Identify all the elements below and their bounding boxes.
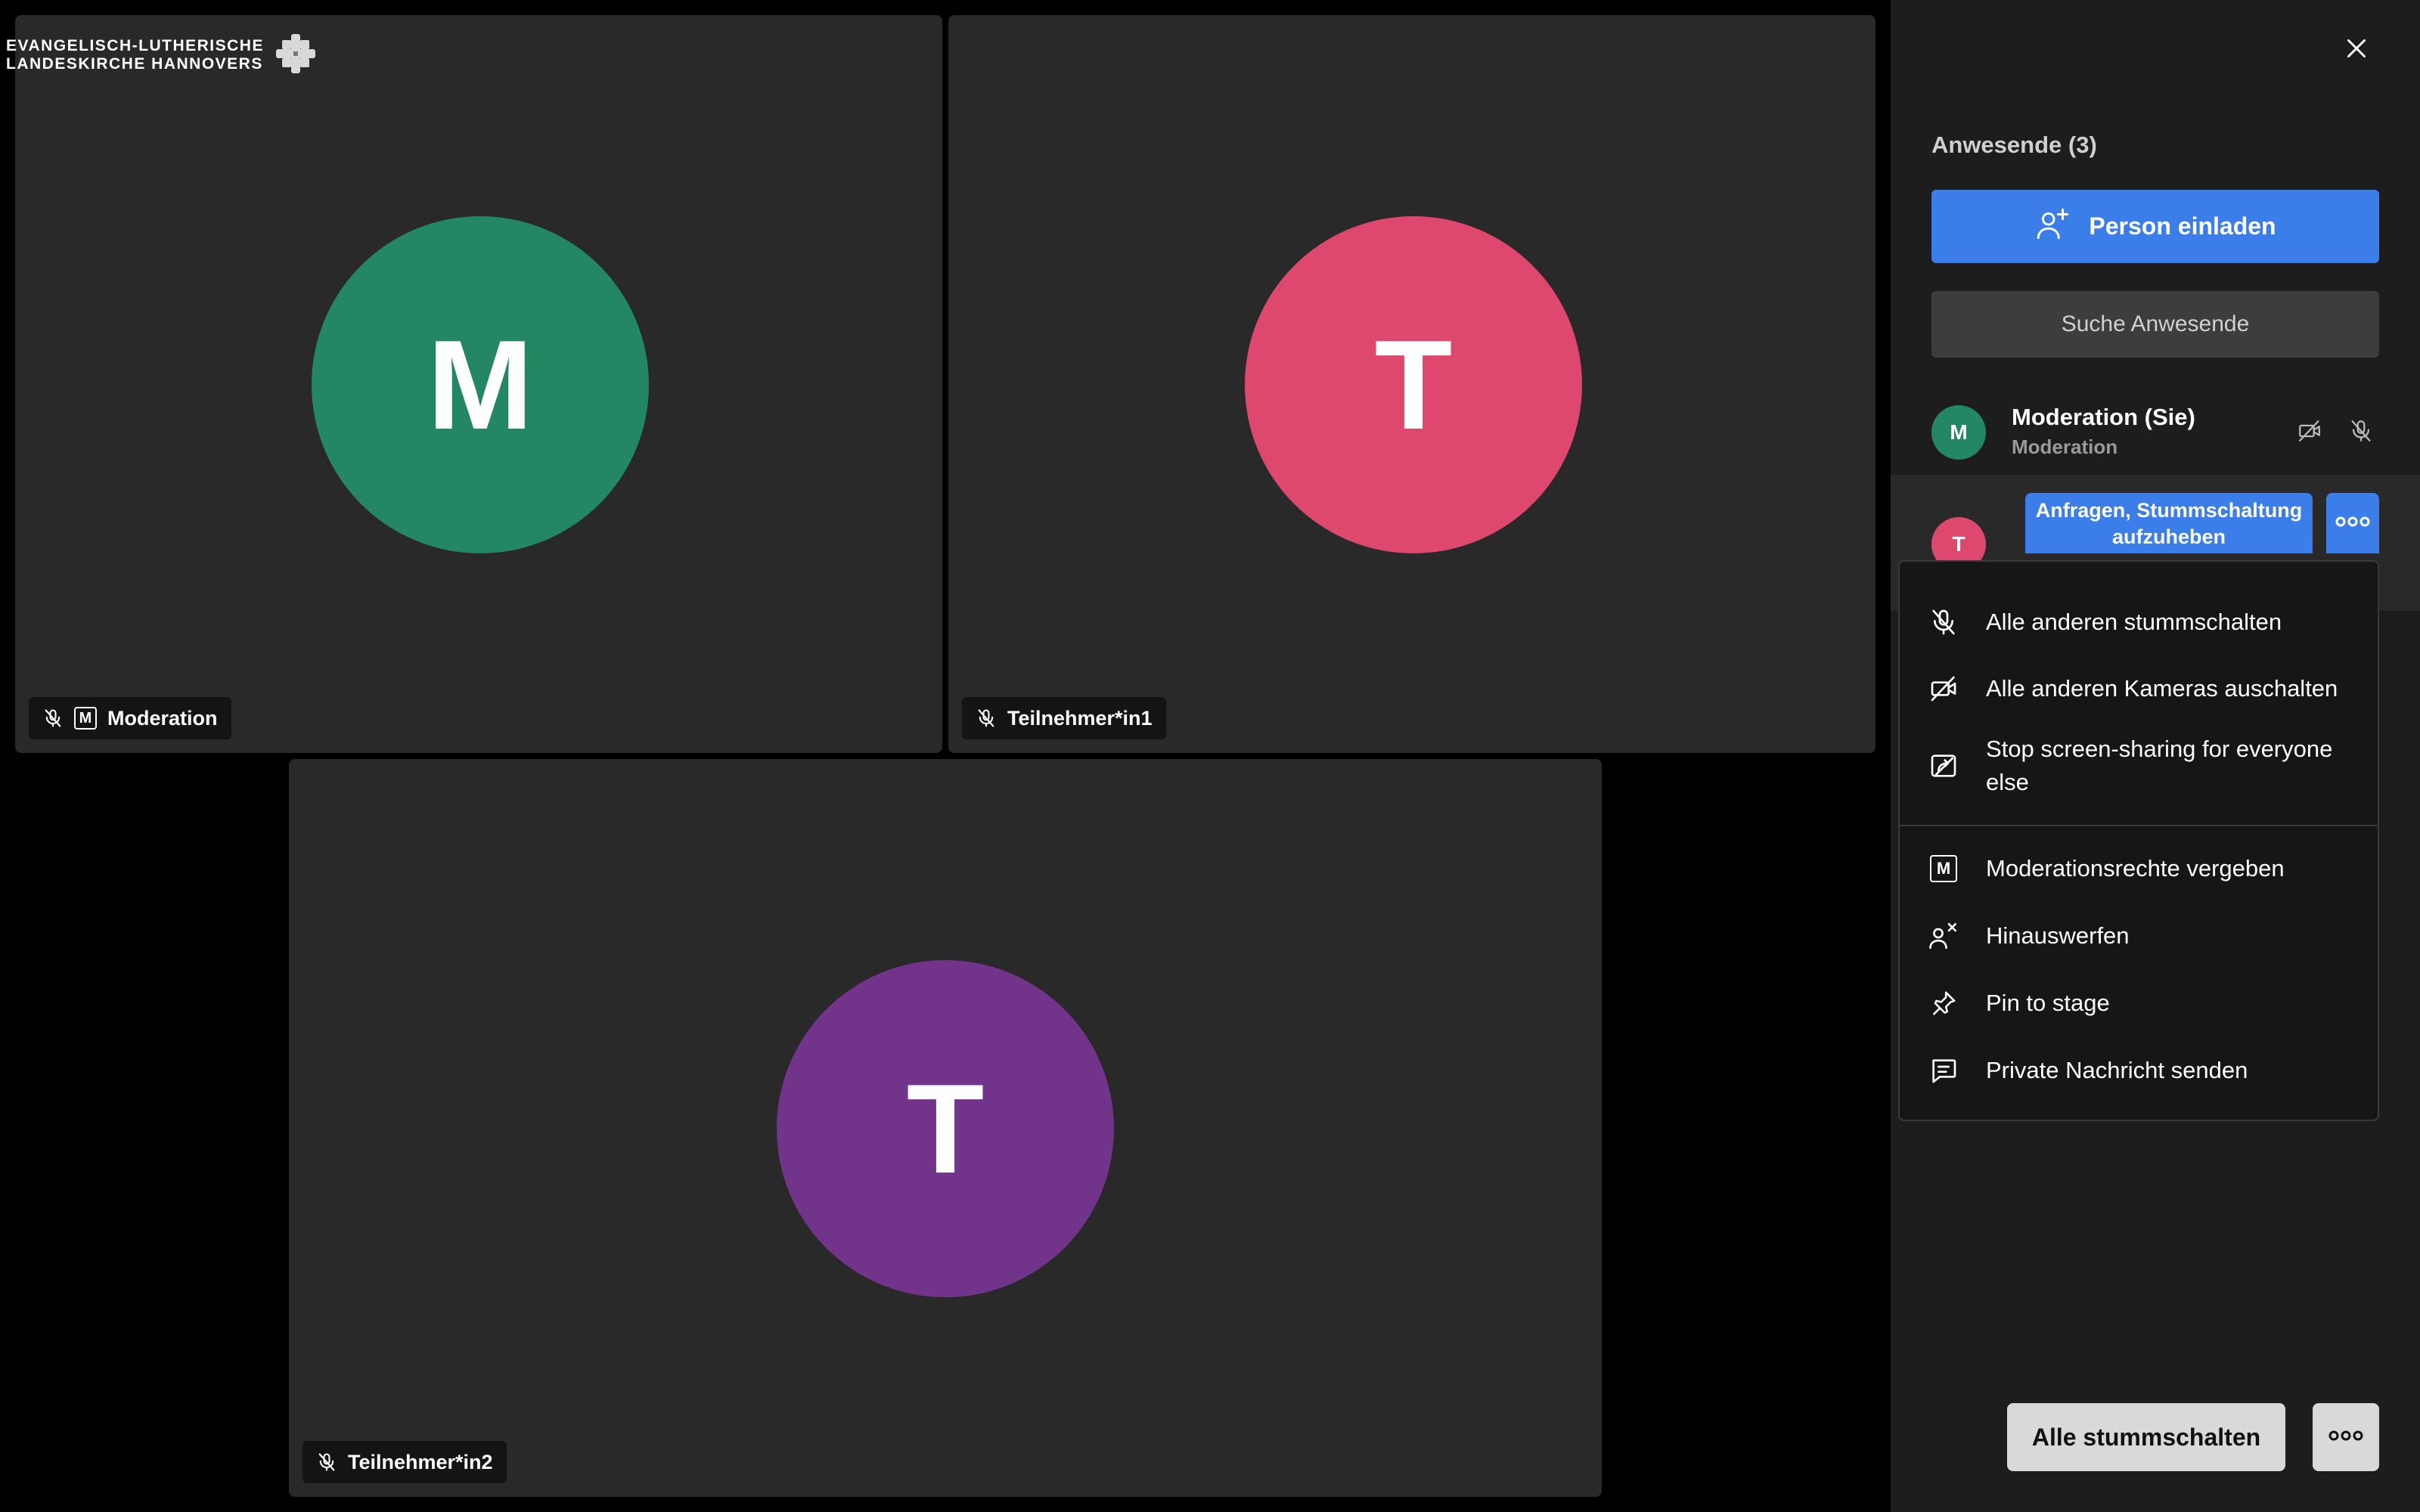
- participant-role: Moderation: [2012, 435, 2118, 458]
- mute-all-button[interactable]: Alle stummschalten: [2007, 1403, 2285, 1471]
- menu-item-kick[interactable]: Hinauswerfen: [1900, 906, 2378, 966]
- close-panel-button[interactable]: [2340, 33, 2373, 67]
- video-tile-participant-2[interactable]: T Teilnehmer*in2: [289, 759, 1602, 1497]
- menu-item-cameras-off[interactable]: Alle anderen Kameras auschalten: [1900, 658, 2378, 719]
- participant-name: Moderation (Sie): [2012, 404, 2195, 430]
- participant-avatar-large: M: [312, 216, 649, 553]
- moderator-icon: M: [1927, 852, 1960, 885]
- screen-share-off-icon: [1927, 749, 1960, 782]
- more-actions-button[interactable]: [2313, 1403, 2379, 1471]
- participant-name-tag: Teilnehmer*in2: [302, 1441, 507, 1483]
- logo-line-2: LANDESKIRCHE HANNOVERS: [6, 55, 263, 73]
- participant-more-button[interactable]: [2326, 493, 2379, 553]
- menu-item-mute-others[interactable]: Alle anderen stummschalten: [1900, 592, 2378, 652]
- menu-item-label: Alle anderen stummschalten: [1986, 609, 2282, 635]
- moderator-badge-icon: M: [74, 707, 97, 730]
- avatar: M: [1931, 405, 1986, 460]
- menu-item-stop-screenshare[interactable]: Stop screen-sharing for everyone else: [1900, 727, 2378, 805]
- menu-item-label: Alle anderen Kameras auschalten: [1986, 675, 2338, 702]
- mic-off-icon: [316, 1451, 337, 1473]
- participant-name-tag: M Moderation: [29, 697, 231, 739]
- add-person-icon: [2034, 205, 2072, 249]
- close-icon: [2343, 35, 2370, 66]
- ask-to-unmute-button[interactable]: Anfragen, Stummschaltung aufzuheben: [2025, 493, 2313, 553]
- menu-item-label: Hinauswerfen: [1986, 922, 2130, 949]
- logo-line-1: EVANGELISCH-LUTHERISCHE: [6, 37, 264, 54]
- more-options-icon: [2328, 1430, 2364, 1445]
- camera-off-icon: [1927, 672, 1960, 705]
- mic-off-icon: [2346, 416, 2376, 446]
- invite-person-button[interactable]: Person einladen: [1931, 190, 2379, 263]
- menu-item-label: Moderationsrechte vergeben: [1986, 855, 2285, 881]
- video-tile-moderation[interactable]: M M Moderation: [15, 15, 942, 753]
- menu-item-label: Stop screen-sharing for everyone else: [1986, 736, 2333, 795]
- menu-divider: [1900, 825, 2378, 826]
- invite-person-label: Person einladen: [2089, 212, 2276, 240]
- mic-off-icon: [976, 707, 997, 730]
- participant-avatar-large: T: [1245, 216, 1582, 553]
- mic-off-icon: [1927, 606, 1960, 639]
- participant-name: Teilnehmer*in1: [1007, 706, 1153, 730]
- chat-icon: [1927, 1054, 1960, 1087]
- participant-row-moderation[interactable]: M Moderation (Sie) Moderation: [1891, 393, 2420, 469]
- menu-item-grant-moderator[interactable]: M Moderationsrechte vergeben: [1900, 838, 2378, 899]
- church-logo: EVANGELISCH-LUTHERISCHE LANDESKIRCHE HAN…: [6, 32, 339, 79]
- pin-icon: [1927, 987, 1960, 1020]
- search-participants-input[interactable]: [1931, 291, 2379, 358]
- participant-avatar-large: T: [777, 960, 1114, 1297]
- cross-logo-icon: [273, 31, 318, 80]
- participant-name: Teilnehmer*in2: [348, 1450, 493, 1473]
- menu-item-private-message[interactable]: Private Nachricht senden: [1900, 1040, 2378, 1101]
- video-tile-participant-1[interactable]: T Teilnehmer*in1: [948, 15, 1876, 753]
- participant-name-tag: Teilnehmer*in1: [962, 697, 1166, 739]
- mic-off-icon: [42, 707, 64, 730]
- menu-item-pin[interactable]: Pin to stage: [1900, 973, 2378, 1033]
- more-options-icon: [2335, 516, 2371, 531]
- menu-item-label: Private Nachricht senden: [1986, 1057, 2248, 1083]
- participant-name: Moderation: [107, 706, 218, 730]
- kick-user-icon: [1927, 919, 1960, 953]
- menu-item-label: Pin to stage: [1986, 990, 2110, 1016]
- camera-off-icon: [2294, 416, 2325, 446]
- participants-count-title: Anwesende (3): [1931, 132, 2097, 158]
- video-stage: M M Moderation T Teilnehmer*in1 T Teilne…: [0, 0, 1891, 1512]
- participant-context-menu: Alle anderen stummschalten Alle anderen …: [1898, 560, 2379, 1121]
